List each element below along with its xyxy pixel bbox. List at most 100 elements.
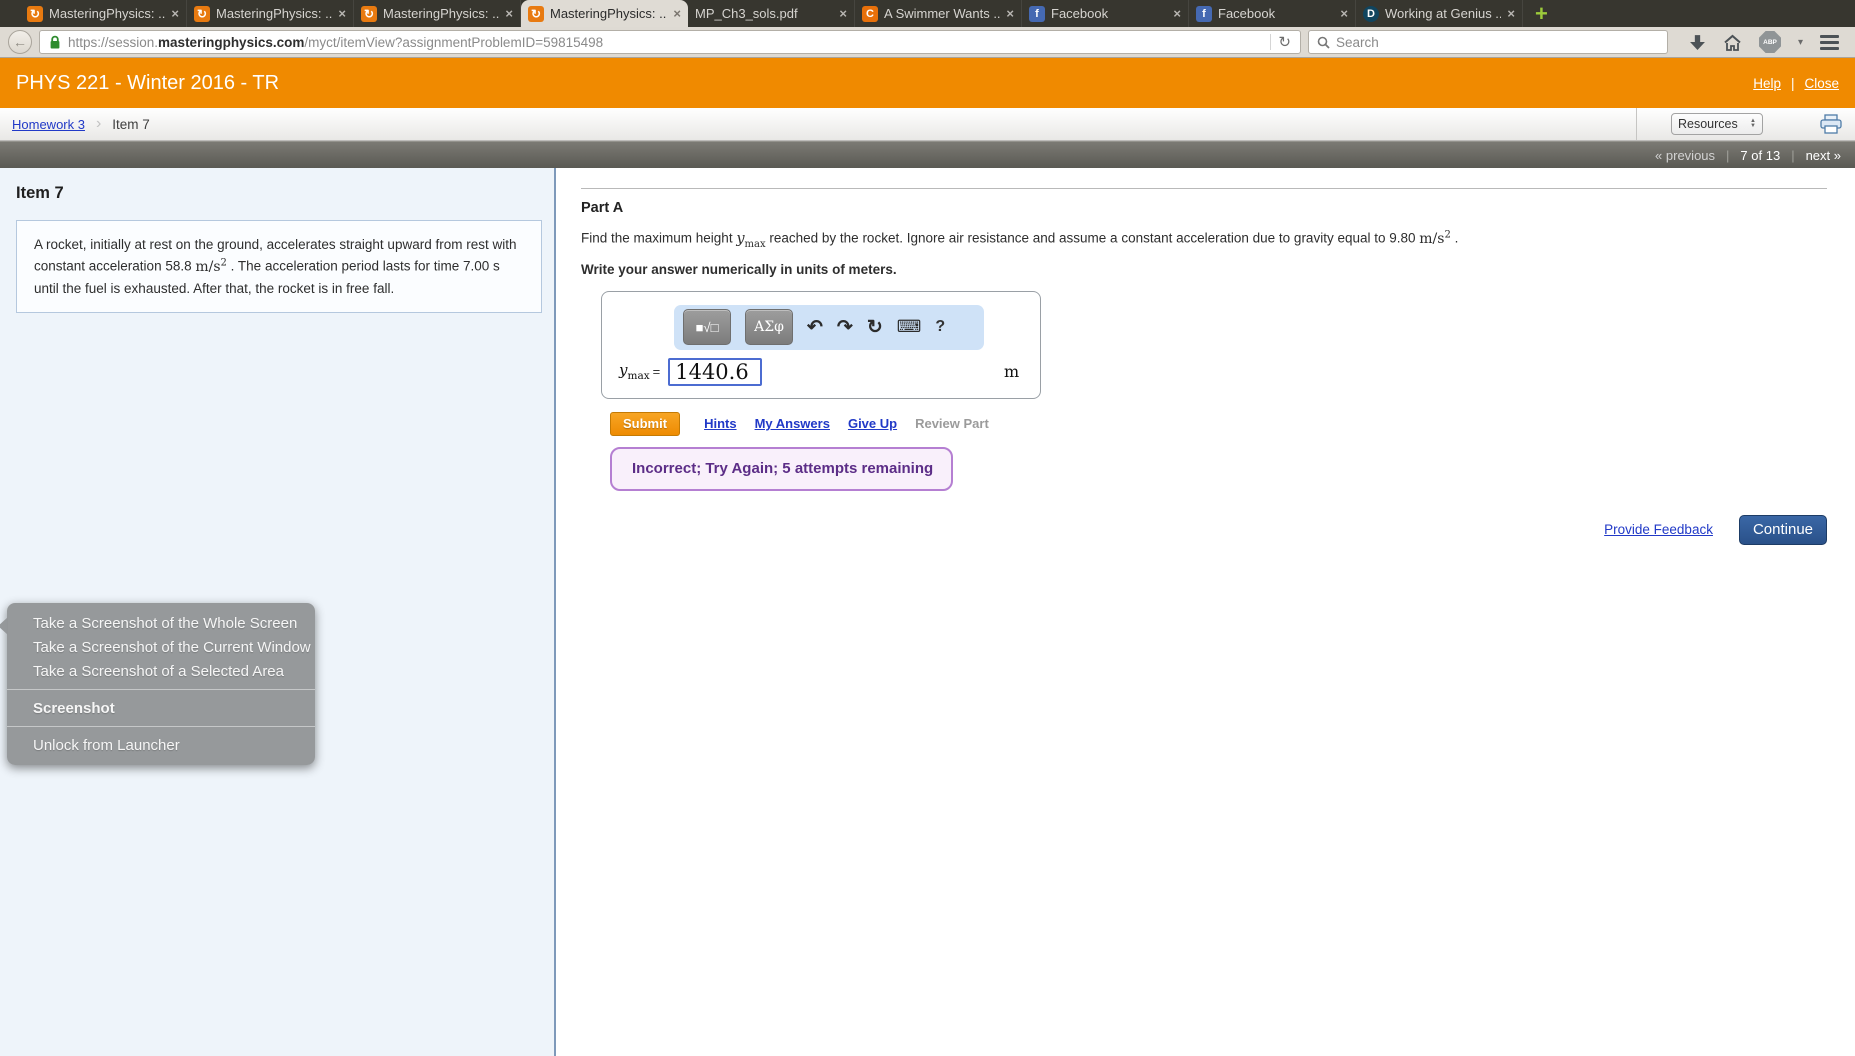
undo-icon[interactable]: ↶ [807, 316, 823, 339]
chevron-down-icon[interactable]: ▾ [1798, 37, 1803, 48]
tab-masteringphysics-active[interactable]: ↻ MasteringPhysics: ... × [521, 0, 688, 27]
chegg-favicon: C [862, 5, 878, 22]
breadcrumb-chevron-icon: › [95, 115, 102, 132]
part-a-panel: Part A Find the maximum height ymax reac… [556, 168, 1855, 1056]
https-lock-icon [50, 35, 60, 48]
next-item-link[interactable]: next » [1806, 148, 1841, 163]
menu-item-screenshot-app[interactable]: Screenshot [7, 696, 315, 720]
course-header: PHYS 221 - Winter 2016 - TR Help | Close [0, 58, 1855, 108]
menu-item-unlock-from-launcher[interactable]: Unlock from Launcher [7, 733, 315, 757]
hints-link[interactable]: Hints [704, 416, 737, 431]
answer-variable: ymax [619, 361, 650, 383]
reset-icon[interactable]: ↻ [867, 316, 883, 339]
tab-close-icon[interactable]: × [1006, 6, 1014, 21]
answer-actions: Submit Hints My Answers Give Up Review P… [610, 411, 1827, 436]
adblock-plus-icon[interactable]: ABP [1759, 31, 1781, 53]
menu-item-screenshot-current-window[interactable]: Take a Screenshot of the Current Window [7, 635, 315, 659]
url-divider [1270, 34, 1272, 50]
browser-tab-bar: ↻ MasteringPhysics: ... × ↻ MasteringPhy… [0, 0, 1855, 27]
search-bar[interactable] [1308, 30, 1668, 54]
tab-close-icon[interactable]: × [673, 6, 681, 21]
tab-close-icon[interactable]: × [839, 6, 847, 21]
unit-m-per-s2: m/s2 [195, 257, 227, 275]
tab-masteringphysics-2[interactable]: ↻ MasteringPhysics: ... × [187, 0, 354, 27]
tab-label: Working at Genius ... [1385, 6, 1502, 21]
help-icon[interactable]: ? [935, 318, 945, 336]
masteringphysics-favicon: ↻ [361, 5, 377, 22]
masteringphysics-favicon: ↻ [528, 5, 544, 22]
menu-divider [7, 689, 315, 690]
redo-icon[interactable]: ↷ [837, 316, 853, 339]
answer-input[interactable] [668, 357, 763, 386]
equation-editor: ■√□ ΑΣφ ↶ ↷ ↻ ⌨ ? ymax = m [601, 290, 1041, 399]
help-link[interactable]: Help [1753, 76, 1781, 91]
resources-select[interactable]: Resources ▲ ▼ [1671, 113, 1763, 135]
tab-chegg[interactable]: C A Swimmer Wants ... × [855, 0, 1022, 27]
menu-item-screenshot-whole-screen[interactable]: Take a Screenshot of the Whole Screen [7, 611, 315, 635]
masteringphysics-favicon: ↻ [27, 5, 43, 22]
search-icon [1317, 36, 1330, 49]
facebook-favicon: f [1196, 5, 1212, 22]
tab-close-icon[interactable]: × [505, 6, 513, 21]
feedback-message: Incorrect; Try Again; 5 attempts remaini… [632, 460, 934, 478]
reload-icon[interactable]: ↻ [1278, 33, 1291, 51]
tab-close-icon[interactable]: × [1507, 6, 1515, 21]
part-divider [581, 188, 1827, 189]
tab-close-icon[interactable]: × [171, 6, 179, 21]
close-link[interactable]: Close [1804, 76, 1839, 91]
download-icon[interactable] [1689, 34, 1706, 51]
breadcrumb: Homework 3 › Item 7 Resources ▲ ▼ [0, 108, 1855, 141]
tab-label: Facebook [1051, 6, 1109, 21]
new-tab-button[interactable]: + [1535, 2, 1548, 24]
give-up-link[interactable]: Give Up [848, 416, 897, 431]
tab-close-icon[interactable]: × [1173, 6, 1181, 21]
provide-feedback-link[interactable]: Provide Feedback [1604, 522, 1713, 537]
item-footer: Provide Feedback Continue [581, 514, 1827, 545]
tab-close-icon[interactable]: × [1340, 6, 1348, 21]
tab-masteringphysics-3[interactable]: ↻ MasteringPhysics: ... × [354, 0, 521, 27]
tab-masteringphysics-1[interactable]: ↻ MasteringPhysics: ... × [20, 0, 187, 27]
d-favicon: D [1363, 5, 1379, 22]
launcher-context-menu: Take a Screenshot of the Whole Screen Ta… [0, 603, 315, 765]
my-answers-link[interactable]: My Answers [755, 416, 830, 431]
answer-unit: m [1004, 361, 1020, 381]
y-max-symbol: ymax [736, 230, 766, 250]
tab-label: MasteringPhysics: ... [383, 6, 500, 21]
unit-m-per-s2: m/s2 [1419, 229, 1451, 247]
menu-item-screenshot-selected-area[interactable]: Take a Screenshot of a Selected Area [7, 659, 315, 683]
keyboard-icon[interactable]: ⌨ [897, 317, 922, 337]
tab-facebook-1[interactable]: f Facebook × [1022, 0, 1189, 27]
review-part-disabled: Review Part [915, 416, 989, 432]
header-divider: | [1790, 75, 1795, 91]
pager-divider: | [1726, 147, 1730, 163]
continue-button[interactable]: Continue [1738, 514, 1827, 545]
equation-toolbar: ■√□ ΑΣφ ↶ ↷ ↻ ⌨ ? [674, 304, 984, 350]
previous-item-link[interactable]: « previous [1655, 148, 1715, 163]
equals-sign: = [652, 364, 661, 380]
tab-label: Facebook [1218, 6, 1276, 21]
tab-working-at-genius[interactable]: D Working at Genius ... × [1356, 0, 1523, 27]
tab-label: MasteringPhysics: ... [550, 6, 668, 21]
course-title: PHYS 221 - Winter 2016 - TR [16, 71, 280, 94]
greek-symbols-button[interactable]: ΑΣφ [745, 309, 793, 346]
url-bar[interactable]: https://session.masteringphysics.com/myc… [39, 30, 1301, 54]
tab-label: MP_Ch3_sols.pdf [695, 6, 798, 21]
home-icon[interactable] [1723, 34, 1742, 51]
facebook-favicon: f [1029, 5, 1045, 22]
menu-icon[interactable] [1820, 34, 1840, 50]
tab-label: MasteringPhysics: ... [216, 6, 333, 21]
search-input[interactable] [1336, 34, 1659, 50]
tab-close-icon[interactable]: × [338, 6, 346, 21]
tab-pdf[interactable]: MP_Ch3_sols.pdf × [688, 0, 855, 27]
submit-button[interactable]: Submit [610, 411, 681, 436]
back-button[interactable]: ← [8, 30, 32, 54]
incorrect-feedback-banner: Incorrect; Try Again; 5 attempts remaini… [610, 446, 953, 491]
breadcrumb-homework-link[interactable]: Homework 3 [12, 117, 85, 132]
tab-label: MasteringPhysics: ... [49, 6, 166, 21]
tab-facebook-2[interactable]: f Facebook × [1189, 0, 1356, 27]
pager-divider: | [1791, 147, 1795, 163]
item-pager: « previous | 7 of 13 | next » [0, 141, 1855, 168]
print-icon[interactable] [1819, 114, 1843, 134]
math-templates-button[interactable]: ■√□ [683, 309, 731, 346]
part-a-question: Find the maximum height ymax reached by … [581, 229, 1459, 250]
